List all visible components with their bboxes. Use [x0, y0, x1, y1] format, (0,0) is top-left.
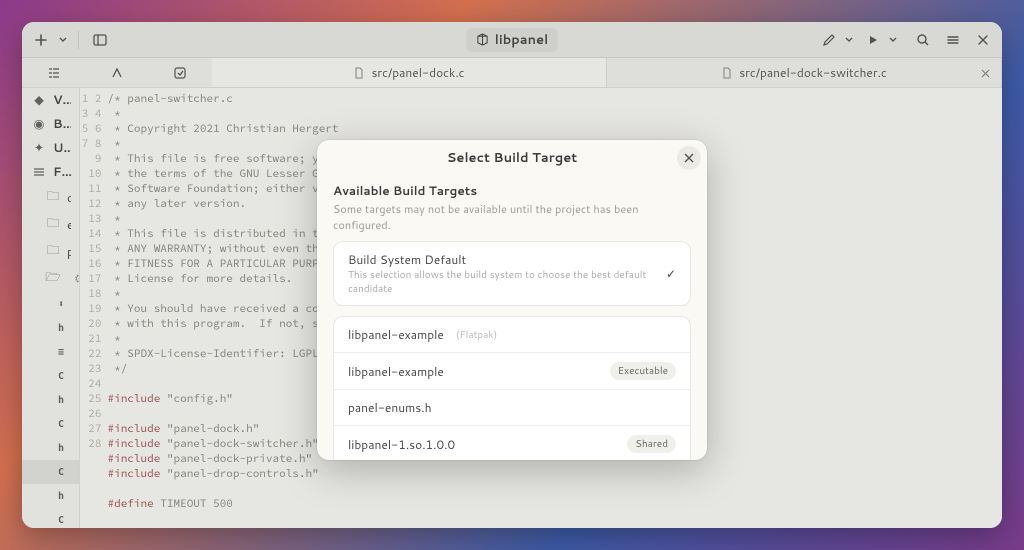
file-type-icon: C [58, 467, 64, 478]
target-panel-enums.h[interactable]: panel-enums.h [334, 389, 690, 425]
folder-po[interactable]: 🗀po [22, 238, 79, 265]
file-panel-animation.h[interactable]: hpanel-animation.h [22, 388, 79, 412]
file-panel-binding-group-private.h[interactable]: hpanel-binding-group-private.h [22, 436, 79, 460]
file-panel-animation.c[interactable]: Cpanel-animation.c [22, 364, 79, 388]
target-type-chip: Shared [627, 435, 676, 453]
build-target-dialog: Select Build Target Available Build Targ… [317, 140, 707, 460]
menu-button[interactable] [940, 27, 966, 53]
file-icon [353, 67, 365, 79]
file-panel-dock.c[interactable]: Cpanel-dock.c⚙ [22, 460, 79, 484]
project-title-label: libpanel [495, 31, 548, 49]
run-button[interactable] [860, 27, 886, 53]
close-window-button[interactable] [970, 27, 996, 53]
sidebar: ◆Version Control ◉Build Targets ✦Unit Te… [22, 88, 80, 528]
tree-view-icon[interactable] [39, 60, 69, 86]
file-type-icon: h [58, 443, 64, 454]
sidebar-item-unit-tests[interactable]: ✦Unit Tests [22, 136, 79, 160]
file-type-icon: C [58, 371, 64, 382]
file-type-icon: C [58, 419, 64, 430]
dialog-title: Select Build Target [447, 149, 578, 167]
file-panel-dock-child.c[interactable]: Cpanel-dock-child.c [22, 508, 79, 528]
file-icon [721, 67, 733, 79]
sidebar-item-build-targets[interactable]: ◉Build Targets [22, 112, 79, 136]
build-button-dropdown[interactable] [842, 27, 856, 53]
target-default-title: Build System Default [348, 251, 666, 268]
sidebar-item-vcs[interactable]: ◆Version Control [22, 88, 79, 112]
target-default-subtitle: This selection allows the build system t… [348, 268, 666, 296]
file-type-icon: ≡ [58, 347, 64, 358]
line-numbers: 1 2 3 4 5 6 7 8 9 10 11 12 13 14 15 16 1… [80, 92, 108, 528]
tab-label: src/panel-dock-switcher.c [739, 64, 887, 81]
debug-view-icon[interactable] [102, 60, 132, 86]
file-type-icon: C [58, 515, 64, 526]
tab-panel-dock-switcher[interactable]: src/panel-dock-switcher.c [607, 58, 1002, 87]
folder-data[interactable]: 🗀data [22, 184, 79, 211]
folder-src[interactable]: 🗁src⚙ [22, 265, 79, 292]
run-button-dropdown[interactable] [886, 27, 900, 53]
tab-panel-dock[interactable]: src/panel-dock.c [212, 58, 607, 87]
target-default[interactable]: Build System Default This selection allo… [334, 242, 690, 305]
project-title[interactable]: libpanel [466, 28, 558, 52]
file-type-icon: ⬍ [58, 299, 64, 310]
new-button-dropdown[interactable] [56, 27, 70, 53]
sidebar-toggle-button[interactable] [87, 27, 113, 53]
file-libpanel.gresource.xml[interactable]: ⬍libpanel.gresource.xml [22, 292, 79, 316]
file-panel-binding-group.c[interactable]: Cpanel-binding-group.c [22, 412, 79, 436]
targets-list: libpanel-example(Flatpak)libpanel-exampl… [333, 316, 691, 460]
section-subtitle: Some targets may not be available until … [333, 201, 691, 233]
folder-example[interactable]: 🗀example [22, 211, 79, 238]
close-dialog-button[interactable] [677, 146, 701, 170]
target-type-chip: Executable [610, 362, 676, 380]
target-libpanel-example[interactable]: libpanel-example(Flatpak) [334, 317, 690, 352]
sidebar-item-files[interactable]: Files [22, 160, 79, 184]
file-libpanel.h[interactable]: hlibpanel.h [22, 316, 79, 340]
file-type-icon: h [58, 395, 64, 406]
close-icon[interactable] [977, 65, 993, 81]
build-button[interactable] [816, 27, 842, 53]
search-button[interactable] [910, 27, 936, 53]
file-type-icon: h [58, 491, 64, 502]
file-meson.build[interactable]: ≡meson.build [22, 340, 79, 364]
sidebar-view-switcher [22, 58, 212, 88]
file-type-icon: h [58, 323, 64, 334]
tab-label: src/panel-dock.c [371, 64, 464, 81]
target-libpanel-example[interactable]: libpanel-exampleExecutable [334, 352, 690, 389]
box-icon [476, 33, 489, 46]
new-button[interactable] [28, 27, 54, 53]
target-libpanel-1.so.1.0.0[interactable]: libpanel-1.so.1.0.0Shared [334, 425, 690, 460]
headerbar: libpanel [22, 22, 1002, 58]
file-panel-dock.h[interactable]: hpanel-dock.h [22, 484, 79, 508]
section-title: Available Build Targets [333, 182, 691, 199]
todo-view-icon[interactable] [165, 60, 195, 86]
check-icon: ✓ [666, 265, 676, 282]
